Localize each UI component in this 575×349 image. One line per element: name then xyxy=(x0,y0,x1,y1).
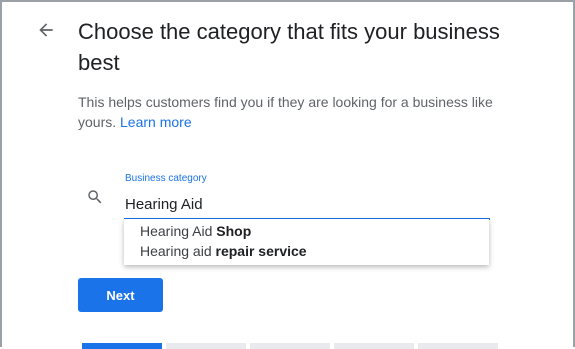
progress-step-1 xyxy=(82,343,162,349)
business-category-input[interactable] xyxy=(124,192,490,220)
suggestion-item-hearing-aid-shop[interactable]: Hearing Aid Shop xyxy=(124,221,489,241)
description: This helps customers find you if they ar… xyxy=(78,92,498,132)
suggestion-match: Hearing Aid xyxy=(140,223,213,239)
progress-step-3 xyxy=(250,343,330,349)
progress-indicator xyxy=(82,343,498,349)
next-button[interactable]: Next xyxy=(78,278,163,312)
progress-step-2 xyxy=(166,343,246,349)
back-arrow-icon[interactable] xyxy=(36,20,56,40)
progress-step-5 xyxy=(418,343,498,349)
suggestion-match: Hearing aid xyxy=(140,243,212,259)
suggestion-item-hearing-aid-repair-service[interactable]: Hearing aid repair service xyxy=(124,241,489,261)
suggestion-completion: repair service xyxy=(215,243,307,259)
learn-more-link[interactable]: Learn more xyxy=(120,114,192,130)
suggestion-list: Hearing Aid Shop Hearing aid repair serv… xyxy=(124,219,489,265)
progress-step-4 xyxy=(334,343,414,349)
suggestion-completion: Shop xyxy=(216,223,252,239)
dialog-frame: Choose the category that fits your busin… xyxy=(0,0,575,349)
search-icon xyxy=(88,190,102,204)
page-title: Choose the category that fits your busin… xyxy=(78,19,500,75)
business-category-label: Business category xyxy=(125,173,207,184)
